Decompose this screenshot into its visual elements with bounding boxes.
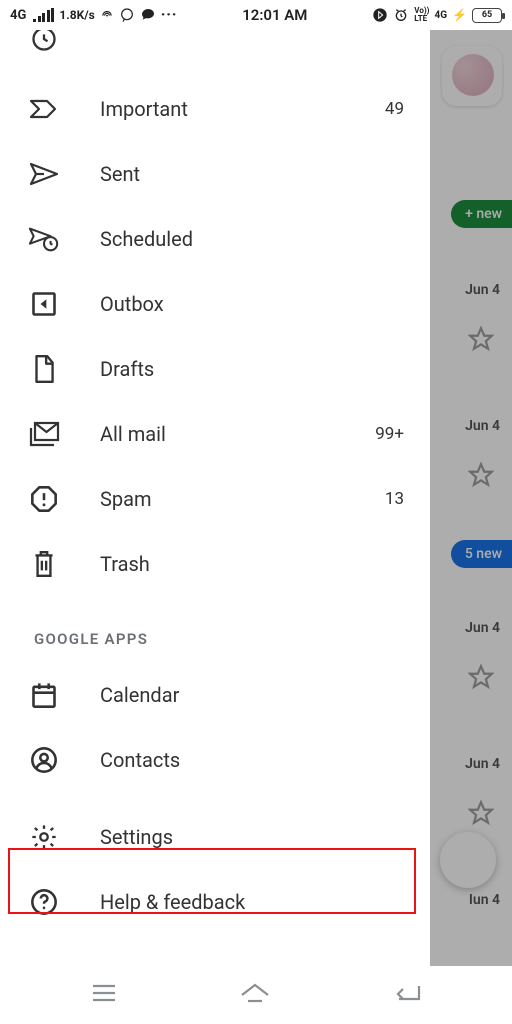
- drawer-item-calendar[interactable]: Calendar: [0, 662, 430, 727]
- drawer-item-spam[interactable]: Spam 13: [0, 466, 430, 531]
- drawer-item-outbox[interactable]: Outbox: [0, 271, 430, 336]
- drawer-item-label: All mail: [100, 422, 335, 446]
- clock: 12:01 AM: [242, 6, 307, 24]
- drawer-item-drafts[interactable]: Drafts: [0, 336, 430, 401]
- back-button[interactable]: [391, 982, 423, 1008]
- navigation-drawer: Important 49 Sent Scheduled Outbox Draft…: [0, 30, 430, 966]
- drawer-item-label: Outbox: [100, 292, 404, 316]
- whatsapp-icon: [119, 7, 135, 23]
- drawer-item-label: Drafts: [100, 357, 404, 381]
- drawer-item-help[interactable]: Help & feedback: [0, 869, 430, 934]
- drawer-item-count: 13: [385, 489, 404, 509]
- data-speed: 1.8K/s: [59, 8, 95, 22]
- network-type: 4G: [10, 8, 26, 23]
- drawer-item-label: Scheduled: [100, 227, 404, 251]
- send-icon: [28, 161, 60, 187]
- drawer-item-label: Contacts: [100, 748, 404, 772]
- drawer-item-snoozed[interactable]: [0, 30, 430, 76]
- recent-apps-button[interactable]: [89, 982, 119, 1008]
- battery-icon: 65: [472, 8, 502, 23]
- drawer-item-trash[interactable]: Trash: [0, 531, 430, 596]
- drawer-section-header: GOOGLE APPS: [0, 596, 430, 662]
- gear-icon: [28, 823, 60, 851]
- drawer-item-label: Trash: [100, 552, 404, 576]
- signal-icon: [33, 8, 54, 22]
- hotspot-icon: [100, 8, 114, 22]
- more-icon: ···: [161, 7, 178, 23]
- contacts-icon: [28, 746, 60, 774]
- drawer-item-scheduled[interactable]: Scheduled: [0, 206, 430, 271]
- drawer-item-label: Settings: [100, 825, 404, 849]
- status-right: Vo))LTE 4G ⚡ 65: [372, 7, 502, 23]
- net4g: 4G: [434, 10, 447, 21]
- clock-icon: [28, 39, 60, 67]
- drawer-item-contacts[interactable]: Contacts: [0, 727, 430, 792]
- drawer-item-count: 99+: [375, 424, 404, 444]
- drawer-item-count: 49: [385, 99, 404, 119]
- charging-icon: ⚡: [452, 8, 467, 22]
- drawer-item-sent[interactable]: Sent: [0, 141, 430, 206]
- drawer-item-settings[interactable]: Settings: [0, 804, 430, 869]
- drawer-item-label: Sent: [100, 162, 404, 186]
- drawer-item-label: Calendar: [100, 683, 404, 707]
- trash-icon: [28, 549, 60, 579]
- bluetooth-icon: [372, 7, 388, 23]
- home-button[interactable]: [238, 981, 272, 1009]
- status-left: 4G 1.8K/s ···: [10, 7, 177, 23]
- calendar-icon: [28, 681, 60, 709]
- outbox-icon: [28, 290, 60, 318]
- alarm-icon: [393, 7, 409, 23]
- drawer-item-important[interactable]: Important 49: [0, 76, 430, 141]
- scheduled-icon: [28, 225, 60, 253]
- important-icon: [28, 97, 60, 121]
- status-bar: 4G 1.8K/s ··· 12:01 AM Vo))LTE 4G ⚡ 65: [0, 0, 512, 30]
- spam-icon: [28, 485, 60, 513]
- drafts-icon: [28, 354, 60, 384]
- chat-icon: [140, 7, 156, 23]
- system-nav-bar: [0, 966, 512, 1024]
- drawer-item-label: Spam: [100, 487, 345, 511]
- drawer-item-label: Important: [100, 97, 345, 121]
- drawer-item-allmail[interactable]: All mail 99+: [0, 401, 430, 466]
- drawer-item-label: Help & feedback: [100, 890, 404, 914]
- help-icon: [28, 888, 60, 916]
- volte-indicator: Vo))LTE: [414, 7, 429, 23]
- allmail-icon: [28, 420, 60, 448]
